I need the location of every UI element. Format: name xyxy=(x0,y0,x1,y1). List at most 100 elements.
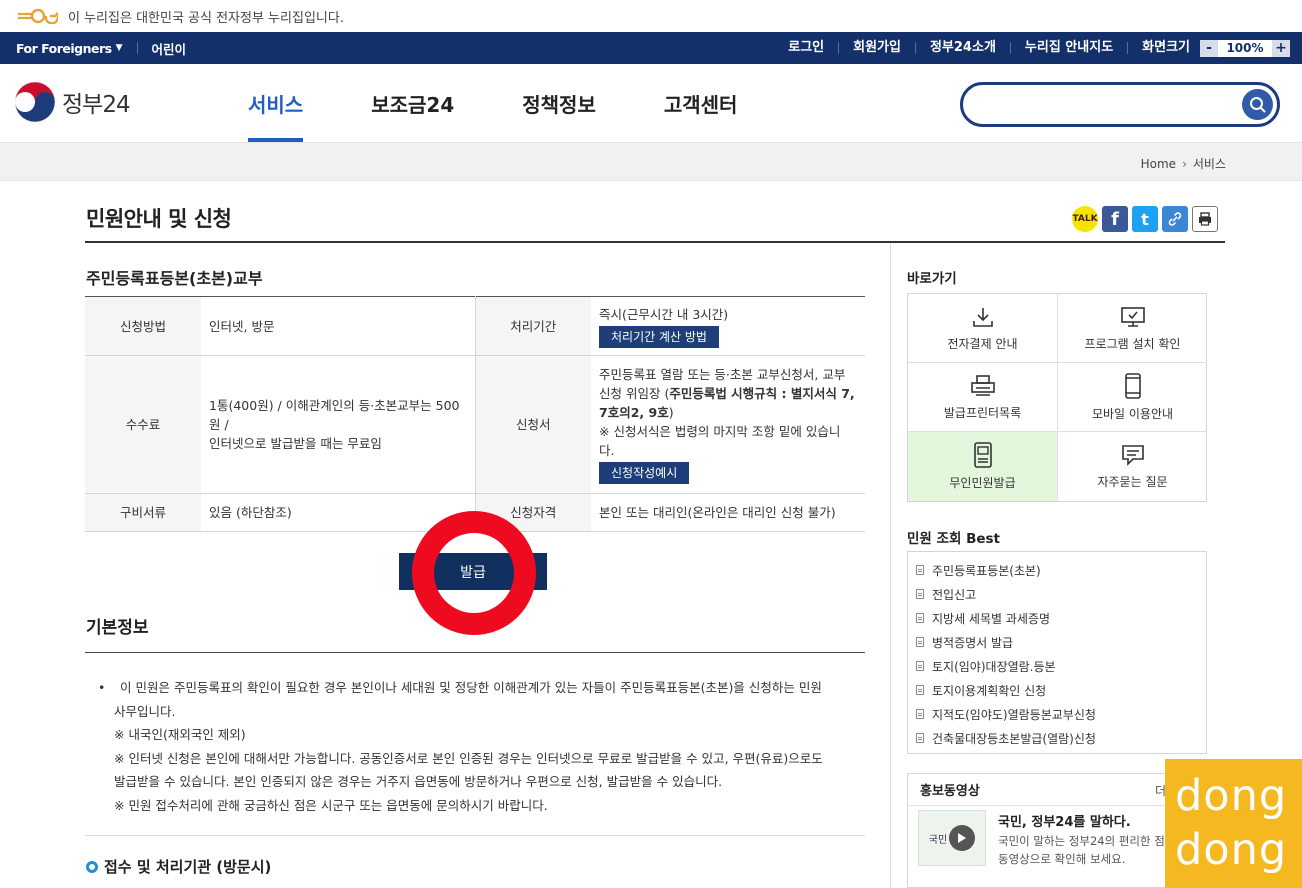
form-note-line2: 다. xyxy=(599,443,615,458)
list-item[interactable]: 병적증명서 발급 xyxy=(916,630,1206,654)
gov-banner-text: 이 누리집은 대한민국 공식 전자정부 누리집입니다. xyxy=(68,10,344,26)
caret-down-icon[interactable]: ▼ xyxy=(116,43,123,53)
basic-line-6: ※ 민원 접수처리에 관해 궁금하신 점은 시군구 또는 읍면동에 문의하시기 … xyxy=(114,797,548,813)
docs-value: 있음 (하단참조) xyxy=(201,493,475,532)
best-item-label: 지방세 세목별 과세증명 xyxy=(932,611,1051,626)
zoom-in-button[interactable]: + xyxy=(1272,39,1290,57)
search-box xyxy=(960,82,1280,127)
watermark-line2: dong xyxy=(1175,825,1288,875)
print-icon[interactable] xyxy=(1192,206,1218,232)
list-item[interactable]: 토지이용계획확인 신청 xyxy=(916,678,1206,702)
title-divider xyxy=(85,241,1225,243)
list-item[interactable]: 주민등록표등본(초본) xyxy=(916,558,1206,582)
fee-value-line1: 1통(400원) / 이해관계인의 등·초본교부는 500원 / xyxy=(209,398,460,432)
list-item[interactable]: 지적도(임야도)열람등본교부신청 xyxy=(916,702,1206,726)
best-item-label: 토지이용계획확인 신청 xyxy=(932,683,1047,698)
promo-thumbnail[interactable]: 국민 xyxy=(918,810,986,866)
bullet: • xyxy=(98,680,106,695)
basic-line-4: ※ 인터넷 신청은 본인에 대해서만 가능합니다. 공동인증서로 본인 인증된 … xyxy=(114,750,823,766)
form-law-link[interactable]: 주민등록법 시행규칙 : 별지서식 7, xyxy=(669,386,854,401)
monitor-check-icon xyxy=(1120,306,1145,327)
twitter-label: t xyxy=(1141,209,1149,229)
section-divider xyxy=(85,835,865,836)
best-title: 민원 조회 Best xyxy=(907,531,1001,547)
form-value-line1: 주민등록표 열람 또는 등·초본 교부신청서, 교부 xyxy=(599,367,846,382)
quick-e-payment[interactable]: 전자결제 안내 xyxy=(908,294,1058,363)
download-icon xyxy=(972,307,993,327)
nav-policy-info[interactable]: 정책정보 xyxy=(522,64,596,142)
quick-label: 전자결제 안내 xyxy=(947,336,1018,351)
quick-links-grid: 전자결제 안내 프로그램 설치 확인 발급프린터목록 모바일 이용안내 무인민원… xyxy=(907,293,1207,502)
basic-line-5: 발급받을 수 있습니다. 본인 인증되지 않은 경우는 거주지 읍면동에 방문하… xyxy=(114,774,723,789)
breadcrumb-home[interactable]: Home xyxy=(1141,157,1176,171)
breadcrumb-bar: Home › 서비스 xyxy=(0,142,1302,181)
quick-label: 발급프린터목록 xyxy=(943,405,1022,420)
best-item-label: 지적도(임야도)열람등본교부신청 xyxy=(932,707,1096,722)
document-icon xyxy=(916,733,924,743)
for-foreigners-link[interactable]: For Foreigners xyxy=(16,41,112,56)
form-example-button[interactable]: 신청작성예시 xyxy=(599,462,690,484)
egov-logo-icon xyxy=(18,8,58,24)
taegeuk-logo-icon xyxy=(14,81,56,123)
quick-program-check[interactable]: 프로그램 설치 확인 xyxy=(1058,294,1207,363)
quick-faq[interactable]: 자주묻는 질문 xyxy=(1058,432,1207,501)
quick-kiosk-issue[interactable]: 무인민원발급 xyxy=(908,432,1058,501)
fee-value-line2: 인터넷으로 발급받을 때는 무료임 xyxy=(209,436,382,451)
list-item[interactable]: 토지(임야)대장열람.등본 xyxy=(916,654,1206,678)
nav-services[interactable]: 서비스 xyxy=(248,64,304,142)
quick-printer-list[interactable]: 발급프린터목록 xyxy=(908,363,1058,432)
form-label: 신청서 xyxy=(474,355,591,494)
qualification-value: 본인 또는 대리인(온라인은 대리인 신청 불가) xyxy=(591,493,865,532)
basic-info-body: • 이 민원은 주민등록표의 확인이 필요한 경우 본인이나 세대원 및 정당한… xyxy=(98,676,858,817)
promo-headline[interactable]: 국민, 정부24를 말하다. xyxy=(998,811,1131,830)
issue-button[interactable]: 발급 xyxy=(399,553,547,590)
list-item[interactable]: 지방세 세목별 과세증명 xyxy=(916,606,1206,630)
circle-bullet-icon xyxy=(86,860,98,873)
form-law-link-2[interactable]: 7호의2, 9호 xyxy=(599,405,669,420)
breadcrumb-current[interactable]: 서비스 xyxy=(1193,155,1226,172)
chevron-right-icon: › xyxy=(1182,156,1187,171)
kakaotalk-share-icon[interactable]: TALK xyxy=(1072,206,1098,232)
play-icon[interactable] xyxy=(949,825,976,851)
kids-link[interactable]: 어린이 xyxy=(152,39,187,58)
link-copy-icon[interactable] xyxy=(1162,206,1188,232)
form-value-line2a: 신청 위임장 ( xyxy=(599,386,670,401)
logo-text: 정부24 xyxy=(62,92,131,118)
facebook-label: f xyxy=(1111,208,1119,230)
sitemap-link[interactable]: 누리집 안내지도 xyxy=(1011,41,1129,54)
list-item[interactable]: 전입신고 xyxy=(916,582,1206,606)
quick-label: 모바일 이용안내 xyxy=(1091,406,1174,421)
about-link[interactable]: 정부24소개 xyxy=(916,41,1011,54)
nav-customer-center[interactable]: 고객센터 xyxy=(664,64,738,142)
screen-size-label: 화면크기 xyxy=(1142,40,1190,55)
basic-line-3: ※ 내국인(재외국인 제외) xyxy=(114,727,246,742)
search-button[interactable] xyxy=(1242,89,1273,120)
site-logo[interactable]: 정부24 xyxy=(14,81,131,123)
main-nav: 서비스 보조금24 정책정보 고객센터 xyxy=(248,64,805,142)
office-title-text: 접수 및 처리기관 (방문시) xyxy=(104,858,272,876)
facebook-share-icon[interactable]: f xyxy=(1102,206,1128,232)
basic-line-2: 사무입니다. xyxy=(114,703,176,719)
quick-mobile-guide[interactable]: 모바일 이용안내 xyxy=(1058,363,1207,432)
breadcrumb: Home › 서비스 xyxy=(1141,155,1226,172)
watermark-line1: dong xyxy=(1175,771,1288,821)
nav-subsidy24[interactable]: 보조금24 xyxy=(371,64,454,142)
period-calc-button[interactable]: 처리기간 계산 방법 xyxy=(599,325,719,348)
watermark: dong dong xyxy=(1165,759,1302,888)
basic-line-1: 이 민원은 주민등록표의 확인이 필요한 경우 본인이나 세대원 및 정당한 이… xyxy=(120,680,822,695)
document-icon xyxy=(916,661,924,671)
quick-label: 자주묻는 질문 xyxy=(1097,475,1168,489)
period-value: 즉시(근무시간 내 3시간) xyxy=(599,306,729,322)
search-input[interactable] xyxy=(979,94,1239,116)
basic-info-divider xyxy=(85,652,865,653)
zoom-out-button[interactable]: - xyxy=(1200,39,1218,57)
site-header: 정부24 서비스 보조금24 정책정보 고객센터 xyxy=(0,64,1302,142)
signup-link[interactable]: 회원가입 xyxy=(839,41,916,54)
search-icon xyxy=(1249,96,1266,113)
list-item[interactable]: 건축물대장등초본발급(열람)신청 xyxy=(916,726,1206,750)
best-item-label: 토지(임야)대장열람.등본 xyxy=(932,659,1056,674)
kakao-label: TALK xyxy=(1072,214,1098,224)
column-divider xyxy=(890,243,891,888)
login-link[interactable]: 로그인 xyxy=(774,41,840,54)
twitter-share-icon[interactable]: t xyxy=(1132,206,1158,232)
